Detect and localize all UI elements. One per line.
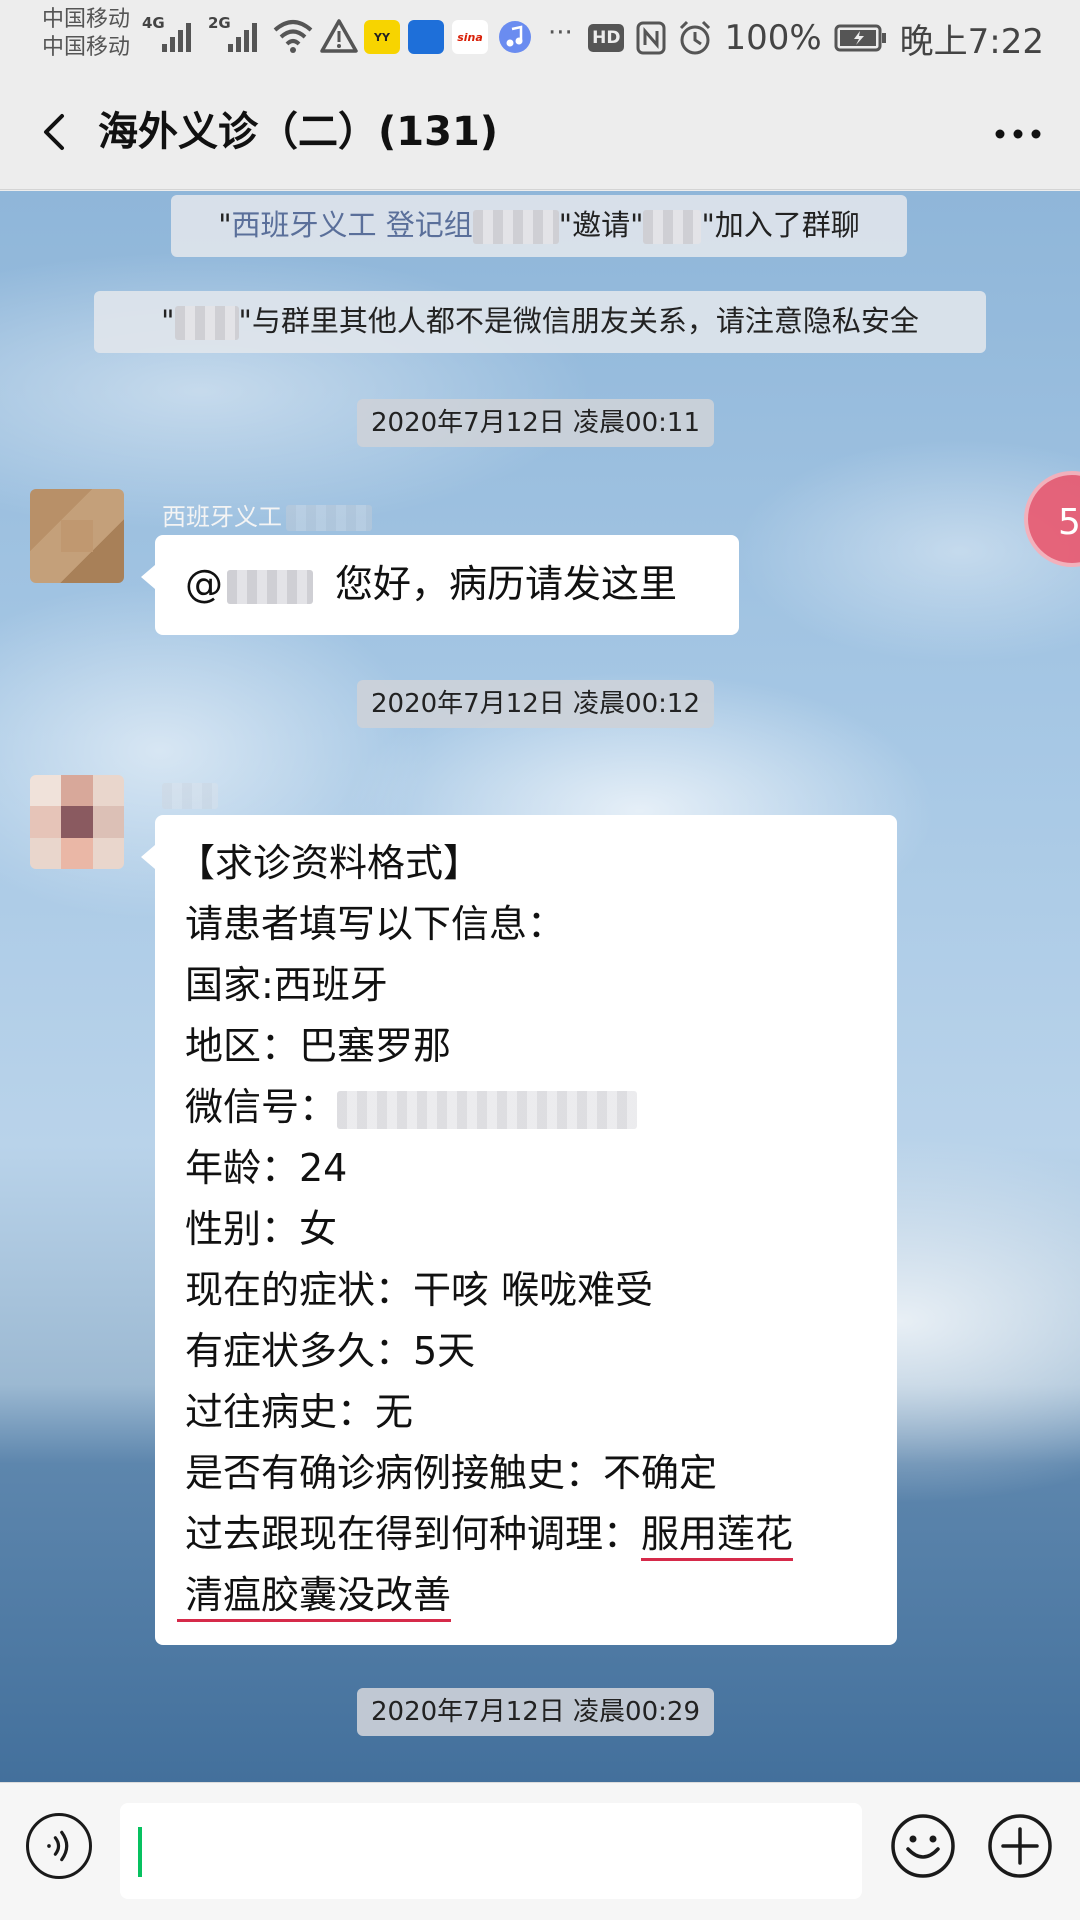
form-line-wechat-id: 微信号： (185, 1077, 867, 1138)
form-line: 是否有确诊病例接触史：不确定 (185, 1451, 718, 1495)
sysmsg-privacy-text: "与群里其他人都不是微信朋友关系，请注意隐私安全 (238, 304, 919, 338)
form-line: 有症状多久：5天 (185, 1329, 476, 1373)
mention-at: @ (185, 562, 223, 606)
redacted-name (643, 210, 702, 244)
warning-icon (320, 19, 358, 53)
message-body: 您好，病历请发这里 (335, 562, 678, 606)
sysmsg-invite-text: "邀请" (558, 208, 644, 242)
chat-message-list[interactable]: "西班牙义工 登记组 "邀请" "加入了群聊 " "与群里其他人都不是微信朋友关系，请… (0, 191, 1080, 1782)
form-line: 请患者填写以下信息： (185, 902, 566, 946)
sysmsg-join-text: "加入了群聊 (701, 208, 860, 242)
back-button[interactable] (28, 104, 84, 160)
message-text: @ 您好，病历请发这里 (185, 554, 709, 615)
clock: 晚上7:22 (899, 21, 1044, 62)
chat-title: 海外义诊（二）(131) (98, 109, 499, 155)
redacted-wechat-id (337, 1090, 638, 1129)
battery-charging-icon (834, 24, 886, 52)
form-line: 【求诊资料格式】 (177, 841, 482, 885)
music-app-icon (499, 21, 531, 53)
form-line: 性别：女 (185, 1207, 338, 1251)
form-label: 微信号： (185, 1085, 338, 1129)
message-bubble[interactable]: 【求诊资料格式】 请患者填写以下信息： 国家:西班牙 地区：巴塞罗那 微信号： … (141, 815, 897, 1645)
sysmsg-quote: " (218, 208, 232, 242)
unread-badge[interactable]: 5 (1024, 471, 1080, 567)
autohome-app-icon (408, 20, 444, 54)
more-notifications: ··· (548, 18, 573, 48)
form-line: 年龄：24 (185, 1146, 348, 1190)
wifi-icon (273, 20, 313, 53)
timestamp: 2020年7月12日 凌晨00:29 (357, 1688, 714, 1736)
avatar[interactable] (30, 775, 124, 869)
carrier-1: 中国移动 (42, 7, 131, 32)
voice-input-button[interactable] (26, 1813, 92, 1879)
status-bar: 中国移动 中国移动 4G 2G YY sina ··· HD 100% 晚上7:… (0, 0, 1080, 76)
sysmsg-quote: " (161, 304, 175, 338)
carrier-2: 中国移动 (42, 35, 131, 60)
message-bubble[interactable]: @ 您好，病历请发这里 (141, 535, 739, 635)
redacted-name (472, 210, 559, 244)
text-caret (138, 1827, 142, 1877)
yy-app-icon: YY (364, 20, 400, 54)
form-line-treatment: 过去跟现在得到何种调理：服用莲花 (185, 1504, 867, 1565)
alarm-icon (680, 20, 711, 55)
nfc-icon (636, 21, 666, 55)
redacted-name (174, 306, 239, 340)
timestamp: 2020年7月12日 凌晨00:12 (357, 680, 714, 728)
form-label: 过去跟现在得到何种调理： (185, 1512, 642, 1556)
emoji-button[interactable] (890, 1813, 956, 1879)
sender-name: 西班牙义工 (162, 497, 372, 532)
timestamp: 2020年7月12日 凌晨00:11 (357, 399, 714, 447)
form-line: 地区：巴塞罗那 (185, 1024, 452, 1068)
system-message-privacy: " "与群里其他人都不是微信朋友关系，请注意隐私安全 (94, 291, 986, 353)
consultation-form: 【求诊资料格式】 请患者填写以下信息： 国家:西班牙 地区：巴塞罗那 微信号： … (177, 833, 867, 1626)
underlined-annotation: 清瘟胶囊没改善 (177, 1573, 452, 1622)
message-input[interactable] (120, 1803, 862, 1899)
signal-strength-2-icon (228, 23, 257, 52)
form-line: 过往病史：无 (185, 1390, 414, 1434)
sina-app-icon: sina (452, 20, 488, 54)
hd-badge: HD (588, 24, 625, 52)
input-bar (0, 1782, 1080, 1920)
redacted-name (162, 783, 218, 809)
chat-header: 海外义诊（二）(131) (0, 76, 1080, 190)
sender-name-text: 西班牙义工 (162, 503, 282, 531)
signal-strength-1-icon (162, 23, 191, 52)
carrier-labels: 中国移动 中国移动 (42, 6, 130, 62)
form-line: 国家:西班牙 (185, 963, 388, 1007)
system-message-join: "西班牙义工 登记组 "邀请" "加入了群聊 (171, 195, 907, 257)
sender-name (162, 781, 218, 809)
form-line: 现在的症状：干咳 喉咙难受 (185, 1268, 654, 1312)
chat-info-more-button[interactable] (990, 110, 1046, 158)
redacted-mention (227, 569, 313, 604)
status-right-group: HD 100% 晚上7:22 (588, 14, 1044, 62)
redacted-name (286, 505, 372, 531)
inviter-name-link[interactable]: 西班牙义工 登记组 (232, 208, 473, 242)
more-functions-button[interactable] (987, 1813, 1053, 1879)
underlined-annotation: 服用莲花 (641, 1512, 794, 1561)
form-line-treatment-cont: 清瘟胶囊没改善 (177, 1565, 867, 1626)
avatar[interactable] (30, 489, 124, 583)
battery-percent: 100% (724, 18, 822, 58)
